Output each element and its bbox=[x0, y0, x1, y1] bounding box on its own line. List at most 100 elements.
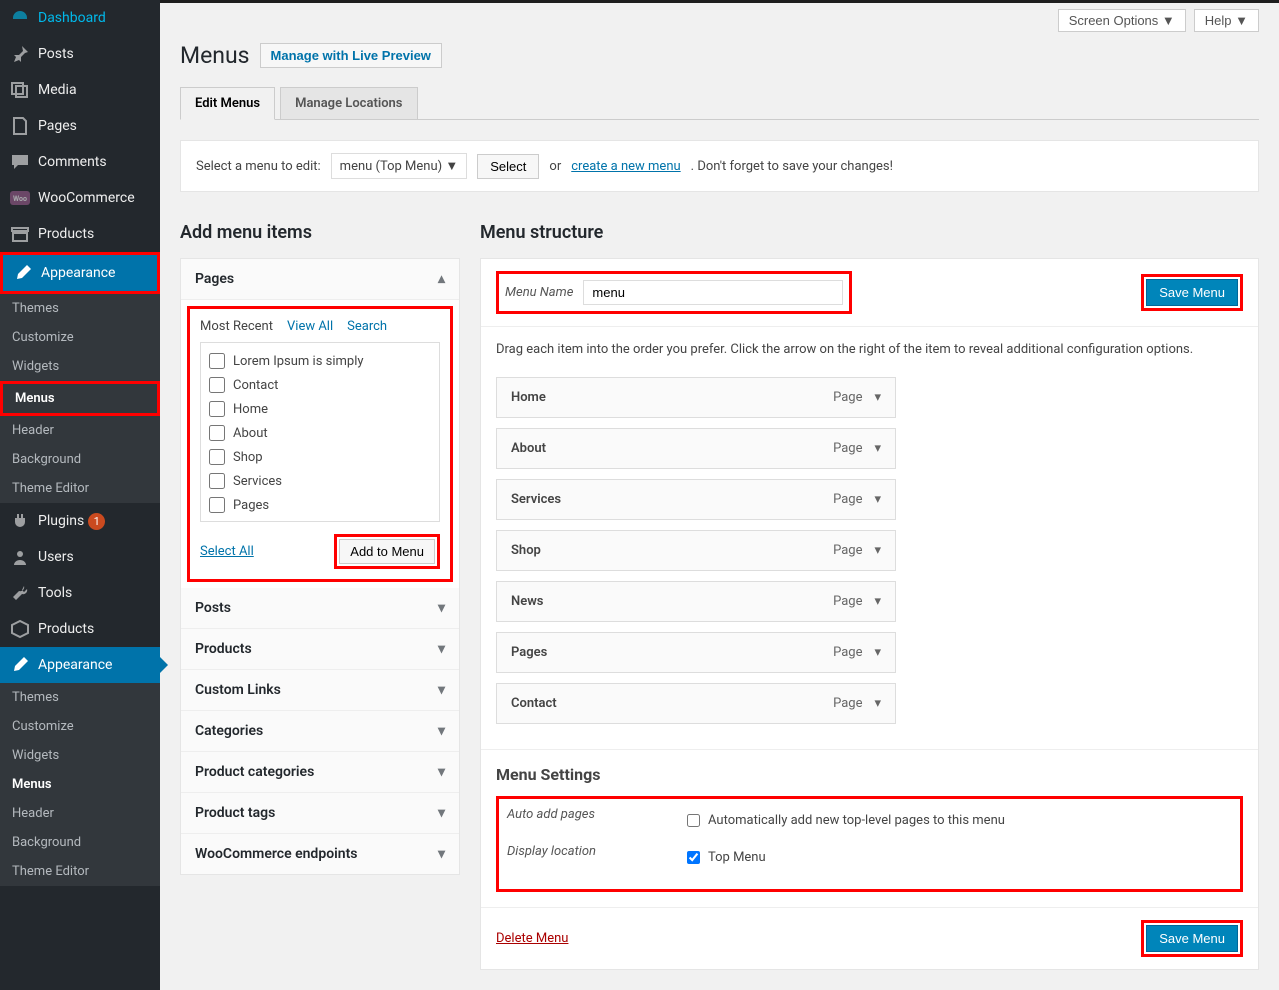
page-check-item[interactable]: Services bbox=[207, 469, 433, 493]
sidebar-item-pages[interactable]: Pages bbox=[0, 108, 160, 144]
sidebar-item-plugins[interactable]: Plugins 1 bbox=[0, 503, 160, 539]
menu-structure-item[interactable]: ShopPage▾ bbox=[496, 530, 896, 571]
page-checkbox[interactable] bbox=[209, 497, 225, 513]
sidebar-item-media[interactable]: Media bbox=[0, 72, 160, 108]
or-text: or bbox=[549, 159, 561, 174]
help-button[interactable]: Help ▼ bbox=[1194, 9, 1259, 32]
select-menu-bar: Select a menu to edit: menu (Top Menu) ▼… bbox=[180, 140, 1259, 192]
caret-down-icon[interactable]: ▾ bbox=[874, 696, 881, 711]
page-checkbox[interactable] bbox=[209, 425, 225, 441]
page-checkbox[interactable] bbox=[209, 473, 225, 489]
page-check-item[interactable]: News bbox=[207, 517, 433, 522]
sub-customize[interactable]: Customize bbox=[0, 323, 160, 352]
accordion-head[interactable]: Product categories▾ bbox=[181, 752, 459, 793]
sub2-background[interactable]: Background bbox=[0, 828, 160, 857]
page-checkbox[interactable] bbox=[209, 521, 225, 522]
menu-structure-item[interactable]: HomePage▾ bbox=[496, 377, 896, 418]
page-check-item[interactable]: Home bbox=[207, 397, 433, 421]
sidebar-label: Appearance bbox=[38, 657, 112, 673]
caret-down-icon: ▾ bbox=[438, 682, 445, 698]
page-checkbox[interactable] bbox=[209, 353, 225, 369]
caret-down-icon[interactable]: ▾ bbox=[874, 543, 881, 558]
menu-structure-item[interactable]: AboutPage▾ bbox=[496, 428, 896, 469]
page-check-item[interactable]: Contact bbox=[207, 373, 433, 397]
live-preview-button[interactable]: Manage with Live Preview bbox=[260, 43, 442, 68]
tab-manage-locations[interactable]: Manage Locations bbox=[280, 87, 417, 119]
caret-down-icon[interactable]: ▾ bbox=[874, 492, 881, 507]
tab-search[interactable]: Search bbox=[347, 319, 387, 334]
accordion-head[interactable]: Products▾ bbox=[181, 629, 459, 670]
add-to-menu-button[interactable]: Add to Menu bbox=[339, 539, 435, 564]
page-check-item[interactable]: Lorem Ipsum is simply bbox=[207, 349, 433, 373]
save-menu-button-bottom[interactable]: Save Menu bbox=[1146, 925, 1238, 952]
select-all-link[interactable]: Select All bbox=[200, 544, 254, 559]
delete-menu-link[interactable]: Delete Menu bbox=[496, 931, 568, 946]
menu-name-input[interactable] bbox=[583, 280, 843, 305]
sidebar-label: Appearance bbox=[41, 265, 115, 281]
media-icon bbox=[10, 80, 30, 100]
sidebar-item-dashboard[interactable]: Dashboard bbox=[0, 0, 160, 36]
sub-themes[interactable]: Themes bbox=[0, 294, 160, 323]
accordion-head[interactable]: Product tags▾ bbox=[181, 793, 459, 834]
accordion-pages-head[interactable]: Pages ▴ bbox=[181, 259, 459, 300]
sub-background[interactable]: Background bbox=[0, 445, 160, 474]
menu-structure-item[interactable]: ContactPage▾ bbox=[496, 683, 896, 724]
caret-down-icon[interactable]: ▾ bbox=[874, 441, 881, 456]
sub-theme-editor[interactable]: Theme Editor bbox=[0, 474, 160, 503]
page-check-item[interactable]: Shop bbox=[207, 445, 433, 469]
sidebar-item-appearance[interactable]: Appearance bbox=[3, 255, 157, 291]
active-arrow-icon bbox=[160, 657, 168, 673]
sub-header[interactable]: Header bbox=[0, 416, 160, 445]
accordion-head[interactable]: WooCommerce endpoints▾ bbox=[181, 834, 459, 874]
sidebar-item-users[interactable]: Users bbox=[0, 539, 160, 575]
tab-view-all[interactable]: View All bbox=[287, 319, 333, 334]
page-checkbox[interactable] bbox=[209, 401, 225, 417]
tab-most-recent[interactable]: Most Recent bbox=[200, 319, 273, 334]
menu-item-label: About bbox=[511, 441, 546, 456]
accordion-head[interactable]: Categories▾ bbox=[181, 711, 459, 752]
sub2-theme-editor[interactable]: Theme Editor bbox=[0, 857, 160, 886]
page-check-label: News bbox=[233, 522, 266, 523]
sidebar-item-tools[interactable]: Tools bbox=[0, 575, 160, 611]
screen-options-button[interactable]: Screen Options ▼ bbox=[1058, 9, 1186, 32]
sub2-themes[interactable]: Themes bbox=[0, 683, 160, 712]
save-menu-button-top[interactable]: Save Menu bbox=[1146, 279, 1238, 306]
wrench-icon bbox=[10, 583, 30, 603]
menu-select-dropdown[interactable]: menu (Top Menu) ▼ bbox=[331, 153, 468, 179]
menu-structure-item[interactable]: NewsPage▾ bbox=[496, 581, 896, 622]
accordion-head[interactable]: Posts▾ bbox=[181, 588, 459, 629]
select-menu-button[interactable]: Select bbox=[477, 154, 539, 179]
menu-structure-item[interactable]: PagesPage▾ bbox=[496, 632, 896, 673]
sidebar-item-woocommerce[interactable]: Woo WooCommerce bbox=[0, 180, 160, 216]
sub-menus[interactable]: Menus bbox=[3, 384, 157, 413]
sub2-customize[interactable]: Customize bbox=[0, 712, 160, 741]
sidebar-item-posts[interactable]: Posts bbox=[0, 36, 160, 72]
appearance-submenu-2: Themes Customize Widgets Menus Header Ba… bbox=[0, 683, 160, 886]
auto-add-checkbox[interactable] bbox=[687, 814, 700, 827]
caret-down-icon[interactable]: ▾ bbox=[874, 390, 881, 405]
accordion-head[interactable]: Custom Links ▾ bbox=[181, 670, 459, 711]
sub2-menus[interactable]: Menus bbox=[0, 770, 160, 799]
sub2-header[interactable]: Header bbox=[0, 799, 160, 828]
tab-edit-menus[interactable]: Edit Menus bbox=[180, 87, 275, 120]
sidebar-item-products[interactable]: Products bbox=[0, 216, 160, 252]
page-checkbox[interactable] bbox=[209, 449, 225, 465]
page-checkbox[interactable] bbox=[209, 377, 225, 393]
sidebar-item-appearance-2[interactable]: Appearance bbox=[0, 647, 160, 683]
menu-structure-item[interactable]: ServicesPage▾ bbox=[496, 479, 896, 520]
sub2-widgets[interactable]: Widgets bbox=[0, 741, 160, 770]
sidebar-item-products-2[interactable]: Products bbox=[0, 611, 160, 647]
brush-icon bbox=[13, 263, 33, 283]
caret-down-icon[interactable]: ▾ bbox=[874, 594, 881, 609]
sub-widgets[interactable]: Widgets bbox=[0, 352, 160, 381]
accordion-label: Product categories bbox=[195, 764, 314, 780]
add-items-title: Add menu items bbox=[180, 222, 460, 243]
accordion-label: Custom Links bbox=[195, 682, 281, 698]
page-check-item[interactable]: Pages bbox=[207, 493, 433, 517]
pages-checklist[interactable]: Lorem Ipsum is simplyContactHomeAboutSho… bbox=[200, 342, 440, 522]
create-new-menu-link[interactable]: create a new menu bbox=[571, 159, 680, 174]
caret-down-icon[interactable]: ▾ bbox=[874, 645, 881, 660]
sidebar-item-comments[interactable]: Comments bbox=[0, 144, 160, 180]
page-check-item[interactable]: About bbox=[207, 421, 433, 445]
top-menu-checkbox[interactable] bbox=[687, 851, 700, 864]
